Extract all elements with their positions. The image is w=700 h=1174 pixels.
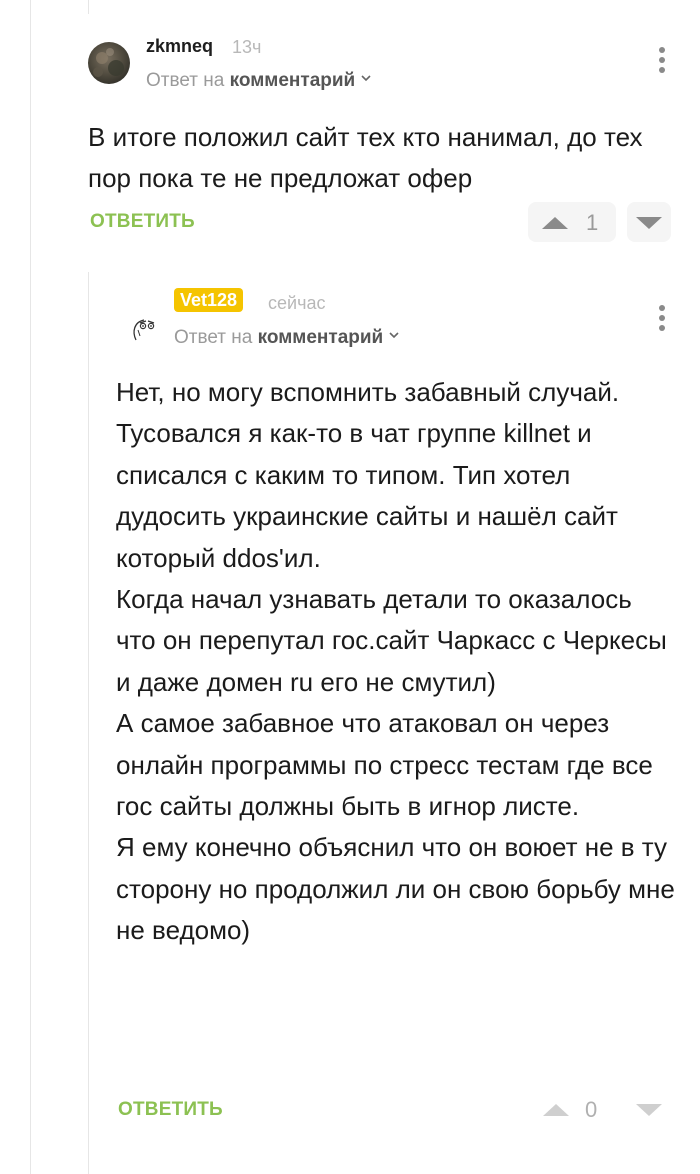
thread-line-top-stub [88,0,89,14]
reply-to-prefix: Ответ на [174,327,253,348]
chevron-down-icon [389,332,399,339]
upvote-box[interactable]: 1 [528,202,616,242]
comment-time: 13ч [232,37,262,57]
arrow-down-icon[interactable] [636,1103,662,1117]
more-menu-icon[interactable] [657,305,667,335]
reply-to-link[interactable]: Ответ на комментарий [174,327,399,349]
rating-value: 1 [586,210,599,235]
comment-text: Нет, но могу вспомнить забавный случай. … [116,377,675,946]
avatar-sketch-face [133,319,155,341]
downvote-box[interactable] [627,202,671,242]
thread-line-outer [30,0,31,1174]
author-badge[interactable]: Vet128 [174,288,244,312]
more-menu-icon[interactable] [657,47,667,77]
arrow-up-icon[interactable] [543,1103,569,1117]
avatar[interactable] [130,314,162,346]
comment-time: сейчас [268,293,326,313]
reply-button[interactable]: ОТВЕТИТЬ [118,1099,223,1121]
avatar-photo [88,42,130,84]
comment-text: В итоге положил сайт тех кто нанимал, до… [88,122,643,194]
reply-to-link[interactable]: Ответ на комментарий [146,70,371,92]
reply-button[interactable]: ОТВЕТИТЬ [90,211,195,233]
arrow-up-icon [542,217,568,229]
reply-to-target: комментарий [257,327,384,348]
comment-author[interactable]: zkmneq [146,36,213,57]
chevron-down-icon [361,75,371,82]
arrow-down-icon [636,217,662,229]
thread-line-nested [88,272,89,1174]
reply-to-prefix: Ответ на [146,70,225,91]
reply-to-target: комментарий [229,70,356,91]
avatar[interactable] [88,42,130,84]
rating-value: 0 [585,1097,598,1122]
